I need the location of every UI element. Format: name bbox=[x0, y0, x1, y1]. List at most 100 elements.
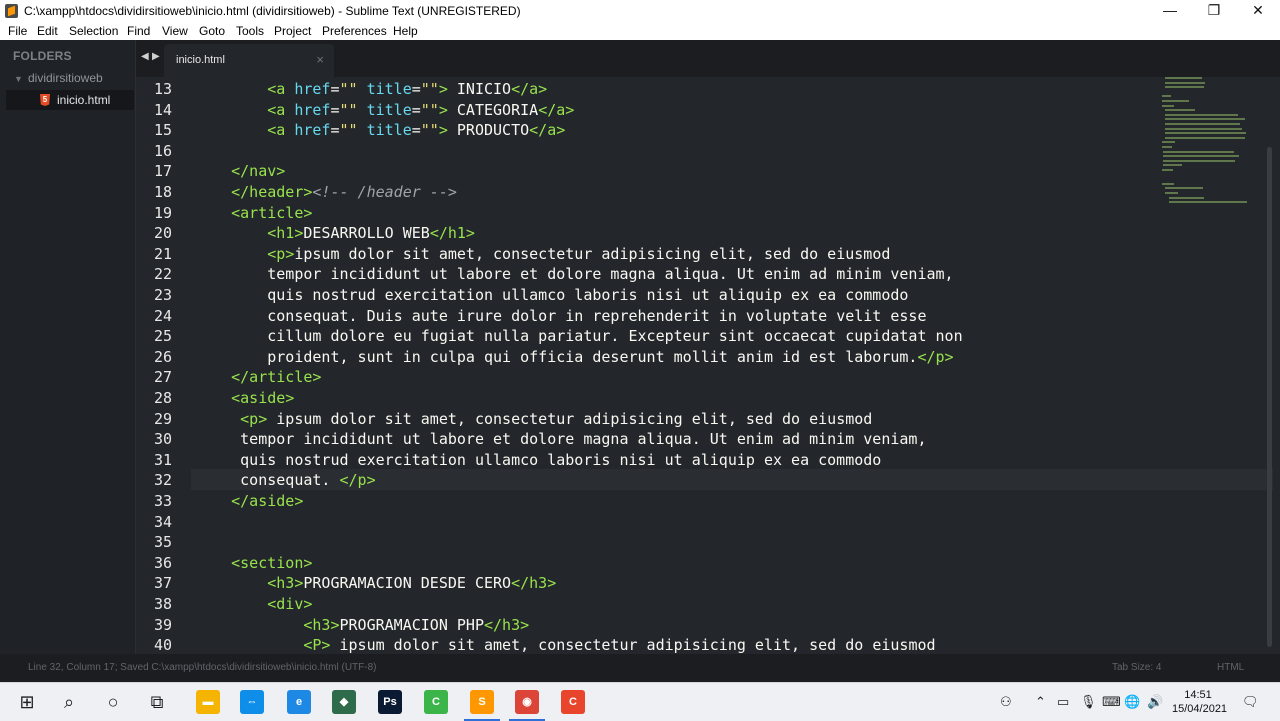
windows-start-icon[interactable]: ⊞ bbox=[15, 690, 39, 714]
app-green-icon[interactable]: ◆ bbox=[332, 690, 356, 714]
menu-tools[interactable]: Tools bbox=[236, 24, 264, 38]
token-tag: <h3> bbox=[267, 574, 304, 593]
vertical-scrollbar[interactable] bbox=[1266, 147, 1273, 647]
notification-icon[interactable]: 🗨 bbox=[1242, 694, 1259, 710]
tab-bar: ◀ ▶ inicio.html × bbox=[136, 40, 1280, 77]
minimap-line bbox=[1161, 95, 1172, 98]
token-attr: href bbox=[294, 121, 331, 140]
people-icon[interactable]: ⚇ bbox=[1000, 694, 1012, 710]
token-text: DESARROLLO WEB bbox=[303, 224, 430, 243]
token-str: "" bbox=[420, 121, 439, 140]
clock-time: 14:51 bbox=[1184, 689, 1212, 701]
line-number: 31 bbox=[153, 450, 172, 469]
token-tag: <article> bbox=[231, 203, 313, 222]
code-text: <p>ipsum dolor sit amet, consectetur adi… bbox=[195, 245, 890, 263]
line-number: 21 bbox=[153, 244, 172, 263]
photoshop-icon[interactable]: Ps bbox=[378, 690, 402, 714]
minimap-line bbox=[1162, 155, 1240, 158]
cortana-icon[interactable]: ○ bbox=[101, 690, 125, 714]
sublime-text-icon[interactable]: S bbox=[464, 690, 500, 721]
menu-selection[interactable]: Selection bbox=[69, 24, 118, 38]
code-text: <div> bbox=[195, 595, 312, 613]
code-text: <a href="" title=""> INICIO</a> bbox=[195, 80, 547, 98]
token-text: consequat. Duis aute irure dolor in repr… bbox=[267, 306, 927, 325]
token-tag: <aside> bbox=[231, 389, 295, 407]
menu-find[interactable]: Find bbox=[127, 24, 150, 38]
token-str: "" bbox=[339, 121, 358, 140]
token-tag: </p> bbox=[917, 347, 954, 366]
status-bar: Line 32, Column 17; Saved C:\xampp\htdoc… bbox=[0, 654, 1280, 682]
line-number: 40 bbox=[153, 636, 172, 654]
minimap-line bbox=[1162, 159, 1235, 162]
minimap-line bbox=[1165, 127, 1243, 130]
teamviewer-icon[interactable]: ⇔ bbox=[240, 690, 264, 714]
minimap-line bbox=[1165, 77, 1203, 79]
token-tag: </a> bbox=[511, 80, 548, 98]
token-text: INICIO bbox=[447, 80, 512, 98]
minimap-line bbox=[1165, 192, 1178, 194]
line-number: 35 bbox=[153, 533, 172, 552]
menu-file[interactable]: File bbox=[8, 24, 27, 38]
camtasia-icon[interactable]: C bbox=[424, 690, 448, 714]
code-text: </header><!-- /header --> bbox=[195, 183, 457, 201]
html5-file-icon: 5 bbox=[40, 94, 50, 106]
search-icon[interactable]: ⌕ bbox=[57, 690, 81, 714]
tab-close-icon[interactable]: × bbox=[316, 52, 324, 67]
chrome-icon[interactable]: ◉ bbox=[509, 690, 545, 721]
clock[interactable]: 14:51 15/04/2021 bbox=[1172, 688, 1227, 716]
tab-inicio[interactable]: inicio.html × bbox=[164, 44, 334, 77]
scrollbar-thumb[interactable] bbox=[1267, 147, 1272, 647]
battery-icon[interactable]: ▭ bbox=[1057, 694, 1069, 710]
tab-size-selector[interactable]: Tab Size: 4 bbox=[1112, 662, 1161, 673]
maximize-button[interactable]: ❐ bbox=[1192, 0, 1236, 22]
token-tag: </aside> bbox=[231, 492, 304, 510]
camtasia-red-icon[interactable]: C bbox=[561, 690, 585, 714]
minimize-button[interactable]: — bbox=[1148, 0, 1192, 22]
edge-icon[interactable]: e bbox=[287, 690, 311, 714]
microphone-icon[interactable]: 🎙 bbox=[1080, 694, 1097, 710]
sidebar-folder[interactable]: ▼ dividirsitioweb bbox=[14, 71, 103, 85]
line-number: 26 bbox=[153, 347, 172, 366]
menu-edit[interactable]: Edit bbox=[37, 24, 58, 38]
minimap-line bbox=[1165, 109, 1195, 112]
token-text: tempor incididunt ut labore et dolore ma… bbox=[240, 430, 927, 449]
file-explorer-icon[interactable]: ▬ bbox=[196, 690, 220, 714]
language-icon[interactable]: 🌐 bbox=[1124, 694, 1140, 710]
minimap[interactable] bbox=[1158, 77, 1253, 217]
menu-preferences[interactable]: Preferences bbox=[322, 24, 387, 38]
token-text: cillum dolore eu fugiat nulla pariatur. … bbox=[267, 327, 963, 346]
token-tag: <section> bbox=[231, 553, 313, 572]
volume-icon[interactable]: 🔊 bbox=[1147, 694, 1163, 710]
menu-project[interactable]: Project bbox=[274, 24, 311, 38]
keyboard-icon[interactable]: ⌨ bbox=[1102, 694, 1121, 710]
menu-view[interactable]: View bbox=[162, 24, 188, 38]
line-number: 13 bbox=[153, 80, 172, 98]
syntax-selector[interactable]: HTML bbox=[1217, 662, 1244, 673]
menu-help[interactable]: Help bbox=[393, 24, 418, 38]
code-text: tempor incididunt ut labore et dolore ma… bbox=[195, 265, 953, 283]
token-tag: </p> bbox=[339, 471, 376, 490]
chevron-down-icon[interactable]: ▼ bbox=[14, 74, 28, 84]
sidebar: FOLDERS ▼ dividirsitioweb 5 inicio.html bbox=[0, 40, 136, 654]
chevron-up-icon[interactable]: ⌃ bbox=[1035, 694, 1046, 710]
code-editor[interactable]: 13 <a href="" title=""> INICIO</a> 14 <a … bbox=[136, 77, 1273, 654]
tab-prev-icon[interactable]: ◀ bbox=[141, 51, 149, 62]
menu-goto[interactable]: Goto bbox=[199, 24, 225, 38]
task-view-icon[interactable]: ⧉ bbox=[145, 690, 169, 714]
close-button[interactable]: ✕ bbox=[1236, 0, 1280, 22]
minimap-line bbox=[1165, 132, 1246, 135]
code-text: <p> ipsum dolor sit amet, consectetur ad… bbox=[195, 410, 872, 428]
sidebar-file-inicio[interactable]: 5 inicio.html bbox=[6, 90, 134, 110]
token-text: PROGRAMACION PHP bbox=[339, 615, 485, 634]
code-text: consequat. </p> bbox=[195, 471, 376, 490]
code-text: <article> bbox=[195, 204, 312, 222]
tab-next-icon[interactable]: ▶ bbox=[152, 51, 160, 62]
